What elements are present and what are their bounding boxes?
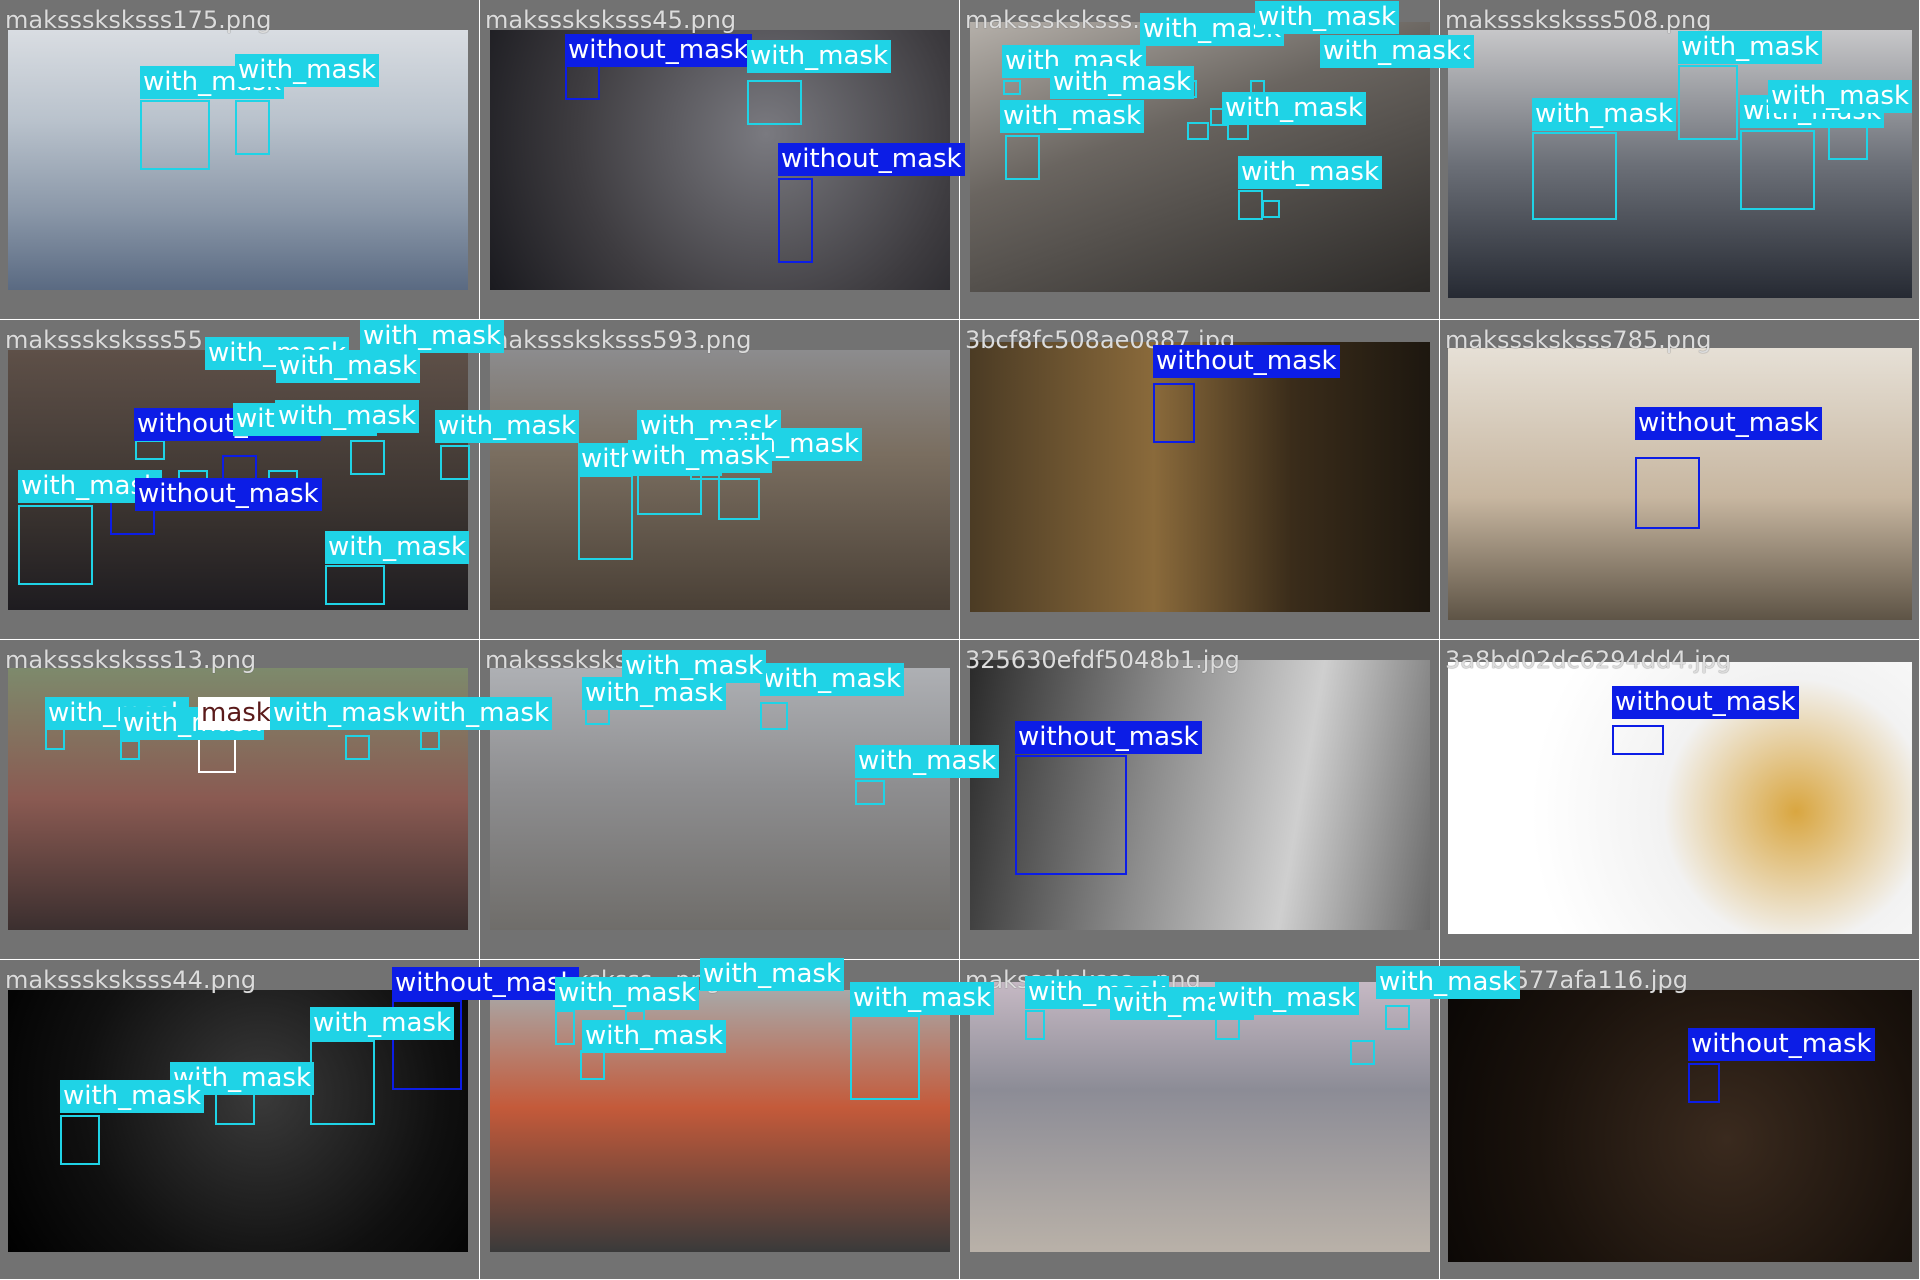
- detection-photo: [970, 982, 1430, 1252]
- detection-photo: [8, 990, 468, 1252]
- detection-photo: [8, 668, 468, 930]
- result-tile: maksssksksss55...: [0, 320, 480, 640]
- result-tile: maksssksksss508.png: [1440, 0, 1920, 320]
- result-tile: 3a8bd02dc6294dd4.jpg: [1440, 640, 1920, 960]
- result-tile: maksssksksss44.png: [0, 960, 480, 1280]
- detection-photo: [970, 22, 1430, 292]
- detection-photo: [1448, 662, 1912, 934]
- result-tile: maksssksksss175.png: [0, 0, 480, 320]
- detection-photo: [1448, 990, 1912, 1262]
- detection-photo: [1448, 30, 1912, 298]
- detection-results-grid: maksssksksss175.png maksssksksss45.png mak…: [0, 0, 1920, 1280]
- image-filename: 3bcf8fc508ae0887.jpg: [965, 326, 1236, 354]
- result-tile: maksssksksss...png: [960, 960, 1440, 1280]
- image-filename: ...125577afa116.jpg: [1445, 966, 1688, 994]
- detection-photo: [490, 990, 950, 1252]
- result-tile: maksssksksss...png: [480, 640, 960, 960]
- detection-photo: [8, 30, 468, 290]
- image-filename: maksssksksss...png: [485, 966, 721, 994]
- image-filename: maksssksksss55...: [5, 326, 226, 354]
- result-tile: maksssksksss785.png: [1440, 320, 1920, 640]
- result-tile: maksssksksss45.png: [480, 0, 960, 320]
- image-filename: maksssksksss785.png: [1445, 326, 1712, 354]
- detection-photo: [1448, 348, 1912, 620]
- image-filename: maksssksksss175.png: [5, 6, 272, 34]
- result-tile: maksssksksss...png: [480, 960, 960, 1280]
- detection-photo: [8, 350, 468, 610]
- detection-photo: [970, 342, 1430, 612]
- result-tile: 325630efdf5048b1.jpg: [960, 640, 1440, 960]
- image-filename: maksssksksss...png: [485, 646, 721, 674]
- image-filename: 325630efdf5048b1.jpg: [965, 646, 1240, 674]
- image-filename: maksssksksss593.png: [485, 326, 752, 354]
- image-filename: maksssksksss44.png: [5, 966, 257, 994]
- image-filename: maksssksksss45.png: [485, 6, 737, 34]
- image-filename: maksssksksss...png: [965, 966, 1201, 994]
- detection-photo: [490, 30, 950, 290]
- result-tile: ...125577afa116.jpg: [1440, 960, 1920, 1280]
- result-tile: maksssksksss593.png: [480, 320, 960, 640]
- image-filename: 3a8bd02dc6294dd4.jpg: [1445, 646, 1732, 674]
- result-tile: maksssksksss13.png: [0, 640, 480, 960]
- result-tile: maksssksksss...: [960, 0, 1440, 320]
- detection-photo: [490, 350, 950, 610]
- result-tile: 3bcf8fc508ae0887.jpg: [960, 320, 1440, 640]
- detection-photo: [970, 660, 1430, 930]
- detection-photo: [490, 668, 950, 930]
- image-filename: maksssksksss13.png: [5, 646, 257, 674]
- image-filename: maksssksksss...: [965, 6, 1156, 34]
- image-filename: maksssksksss508.png: [1445, 6, 1712, 34]
